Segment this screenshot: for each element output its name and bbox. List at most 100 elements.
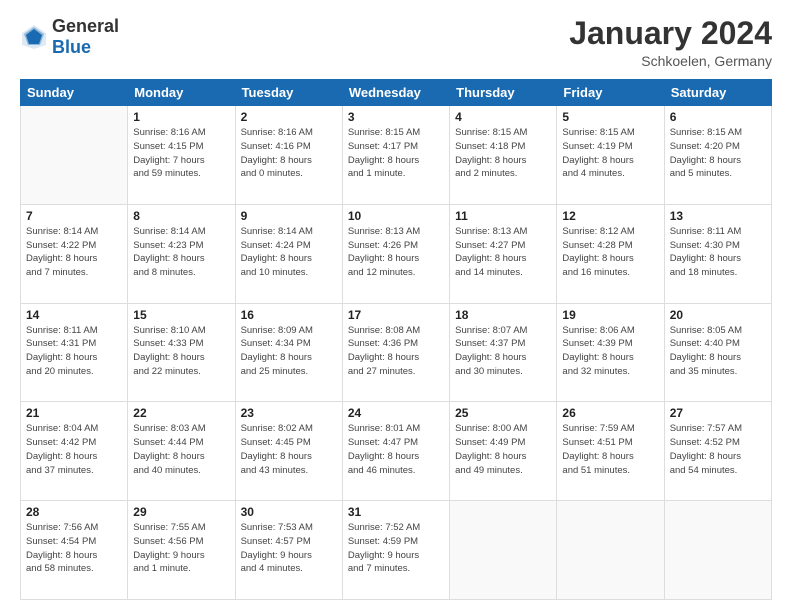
table-row: 29Sunrise: 7:55 AMSunset: 4:56 PMDayligh… — [128, 501, 235, 600]
calendar-subtitle: Schkoelen, Germany — [569, 53, 772, 69]
day-info: Sunrise: 8:15 AMSunset: 4:18 PMDaylight:… — [455, 126, 551, 181]
table-row: 2Sunrise: 8:16 AMSunset: 4:16 PMDaylight… — [235, 106, 342, 205]
day-number: 28 — [26, 505, 122, 519]
calendar-week-4: 28Sunrise: 7:56 AMSunset: 4:54 PMDayligh… — [21, 501, 772, 600]
day-number: 26 — [562, 406, 658, 420]
table-row: 11Sunrise: 8:13 AMSunset: 4:27 PMDayligh… — [450, 204, 557, 303]
table-row: 6 Sunrise: 8:15 AMSunset: 4:20 PMDaylight… — [664, 106, 771, 205]
day-info: Sunrise: 7:52 AMSunset: 4:59 PMDaylight:… — [348, 521, 444, 576]
title-block: January 2024 Schkoelen, Germany — [569, 16, 772, 69]
table-row: 1Sunrise: 8:16 AMSunset: 4:15 PMDaylight… — [128, 106, 235, 205]
day-number: 13 — [670, 209, 766, 223]
day-number: 22 — [133, 406, 229, 420]
calendar-header-row: Sunday Monday Tuesday Wednesday Thursday… — [21, 80, 772, 106]
col-monday: Monday — [128, 80, 235, 106]
day-number: 5 — [562, 110, 658, 124]
calendar-week-3: 21 Sunrise: 8:04 AMSunset: 4:42 PMDayligh… — [21, 402, 772, 501]
day-info: Sunrise: 8:01 AMSunset: 4:47 PMDaylight:… — [348, 422, 444, 477]
calendar-week-1: 7 Sunrise: 8:14 AMSunset: 4:22 PMDaylight… — [21, 204, 772, 303]
day-info: Sunrise: 8:15 AMSunset: 4:19 PMDaylight:… — [562, 126, 658, 181]
col-saturday: Saturday — [664, 80, 771, 106]
table-row: 17Sunrise: 8:08 AMSunset: 4:36 PMDayligh… — [342, 303, 449, 402]
day-number: 20 — [670, 308, 766, 322]
col-wednesday: Wednesday — [342, 80, 449, 106]
day-info: Sunrise: 7:55 AMSunset: 4:56 PMDaylight:… — [133, 521, 229, 576]
table-row: 23 Sunrise: 8:02 AMSunset: 4:45 PMDayligh… — [235, 402, 342, 501]
header: General Blue January 2024 Schkoelen, Ger… — [20, 16, 772, 69]
logo-icon — [20, 23, 48, 51]
day-number: 24 — [348, 406, 444, 420]
day-info: Sunrise: 8:00 AMSunset: 4:49 PMDaylight:… — [455, 422, 551, 477]
day-info: Sunrise: 7:59 AMSunset: 4:51 PMDaylight:… — [562, 422, 658, 477]
day-info: Sunrise: 7:53 AMSunset: 4:57 PMDaylight:… — [241, 521, 337, 576]
day-info: Sunrise: 8:09 AMSunset: 4:34 PMDaylight:… — [241, 324, 337, 379]
day-info: Sunrise: 8:12 AMSunset: 4:28 PMDaylight:… — [562, 225, 658, 280]
day-number: 14 — [26, 308, 122, 322]
table-row: 3Sunrise: 8:15 AMSunset: 4:17 PMDaylight… — [342, 106, 449, 205]
day-info: Sunrise: 8:04 AMSunset: 4:42 PMDaylight:… — [26, 422, 122, 477]
day-number: 11 — [455, 209, 551, 223]
table-row: 18Sunrise: 8:07 AMSunset: 4:37 PMDayligh… — [450, 303, 557, 402]
day-number: 7 — [26, 209, 122, 223]
table-row: 10 Sunrise: 8:13 AMSunset: 4:26 PMDayligh… — [342, 204, 449, 303]
day-info: Sunrise: 8:11 AMSunset: 4:30 PMDaylight:… — [670, 225, 766, 280]
table-row: 20 Sunrise: 8:05 AMSunset: 4:40 PMDayligh… — [664, 303, 771, 402]
calendar-week-2: 14 Sunrise: 8:11 AMSunset: 4:31 PMDayligh… — [21, 303, 772, 402]
day-info: Sunrise: 8:02 AMSunset: 4:45 PMDaylight:… — [241, 422, 337, 477]
table-row: 14 Sunrise: 8:11 AMSunset: 4:31 PMDayligh… — [21, 303, 128, 402]
table-row: 7 Sunrise: 8:14 AMSunset: 4:22 PMDaylight… — [21, 204, 128, 303]
day-number: 25 — [455, 406, 551, 420]
logo-blue: Blue — [52, 37, 91, 57]
table-row: 26 Sunrise: 7:59 AMSunset: 4:51 PMDayligh… — [557, 402, 664, 501]
table-row: 28Sunrise: 7:56 AMSunset: 4:54 PMDayligh… — [21, 501, 128, 600]
day-info: Sunrise: 8:10 AMSunset: 4:33 PMDaylight:… — [133, 324, 229, 379]
day-number: 27 — [670, 406, 766, 420]
day-info: Sunrise: 8:13 AMSunset: 4:26 PMDaylight:… — [348, 225, 444, 280]
table-row: 31 Sunrise: 7:52 AMSunset: 4:59 PMDayligh… — [342, 501, 449, 600]
calendar-title: January 2024 — [569, 16, 772, 51]
col-friday: Friday — [557, 80, 664, 106]
day-number: 10 — [348, 209, 444, 223]
day-number: 1 — [133, 110, 229, 124]
day-info: Sunrise: 8:15 AMSunset: 4:20 PMDaylight:… — [670, 126, 766, 181]
day-number: 12 — [562, 209, 658, 223]
day-info: Sunrise: 8:05 AMSunset: 4:40 PMDaylight:… — [670, 324, 766, 379]
day-info: Sunrise: 8:07 AMSunset: 4:37 PMDaylight:… — [455, 324, 551, 379]
day-number: 19 — [562, 308, 658, 322]
col-tuesday: Tuesday — [235, 80, 342, 106]
table-row: 19Sunrise: 8:06 AMSunset: 4:39 PMDayligh… — [557, 303, 664, 402]
table-row: 22 Sunrise: 8:03 AMSunset: 4:44 PMDayligh… — [128, 402, 235, 501]
table-row: 16 Sunrise: 8:09 AMSunset: 4:34 PMDayligh… — [235, 303, 342, 402]
day-number: 8 — [133, 209, 229, 223]
table-row — [450, 501, 557, 600]
table-row: 9 Sunrise: 8:14 AMSunset: 4:24 PMDaylight… — [235, 204, 342, 303]
day-number: 9 — [241, 209, 337, 223]
day-info: Sunrise: 7:57 AMSunset: 4:52 PMDaylight:… — [670, 422, 766, 477]
table-row: 5 Sunrise: 8:15 AMSunset: 4:19 PMDaylight… — [557, 106, 664, 205]
table-row: 12 Sunrise: 8:12 AMSunset: 4:28 PMDayligh… — [557, 204, 664, 303]
col-sunday: Sunday — [21, 80, 128, 106]
table-row: 27 Sunrise: 7:57 AMSunset: 4:52 PMDayligh… — [664, 402, 771, 501]
day-number: 31 — [348, 505, 444, 519]
day-number: 16 — [241, 308, 337, 322]
table-row: 21 Sunrise: 8:04 AMSunset: 4:42 PMDayligh… — [21, 402, 128, 501]
logo: General Blue — [20, 16, 119, 58]
table-row: 13 Sunrise: 8:11 AMSunset: 4:30 PMDayligh… — [664, 204, 771, 303]
logo-text: General Blue — [52, 16, 119, 58]
day-number: 21 — [26, 406, 122, 420]
day-number: 23 — [241, 406, 337, 420]
day-number: 6 — [670, 110, 766, 124]
day-info: Sunrise: 8:11 AMSunset: 4:31 PMDaylight:… — [26, 324, 122, 379]
page: General Blue January 2024 Schkoelen, Ger… — [0, 0, 792, 612]
day-info: Sunrise: 8:03 AMSunset: 4:44 PMDaylight:… — [133, 422, 229, 477]
col-thursday: Thursday — [450, 80, 557, 106]
day-info: Sunrise: 8:14 AMSunset: 4:24 PMDaylight:… — [241, 225, 337, 280]
day-number: 2 — [241, 110, 337, 124]
day-info: Sunrise: 8:14 AMSunset: 4:22 PMDaylight:… — [26, 225, 122, 280]
table-row — [557, 501, 664, 600]
logo-general: General — [52, 16, 119, 36]
table-row — [664, 501, 771, 600]
day-info: Sunrise: 8:15 AMSunset: 4:17 PMDaylight:… — [348, 126, 444, 181]
day-number: 17 — [348, 308, 444, 322]
day-number: 15 — [133, 308, 229, 322]
